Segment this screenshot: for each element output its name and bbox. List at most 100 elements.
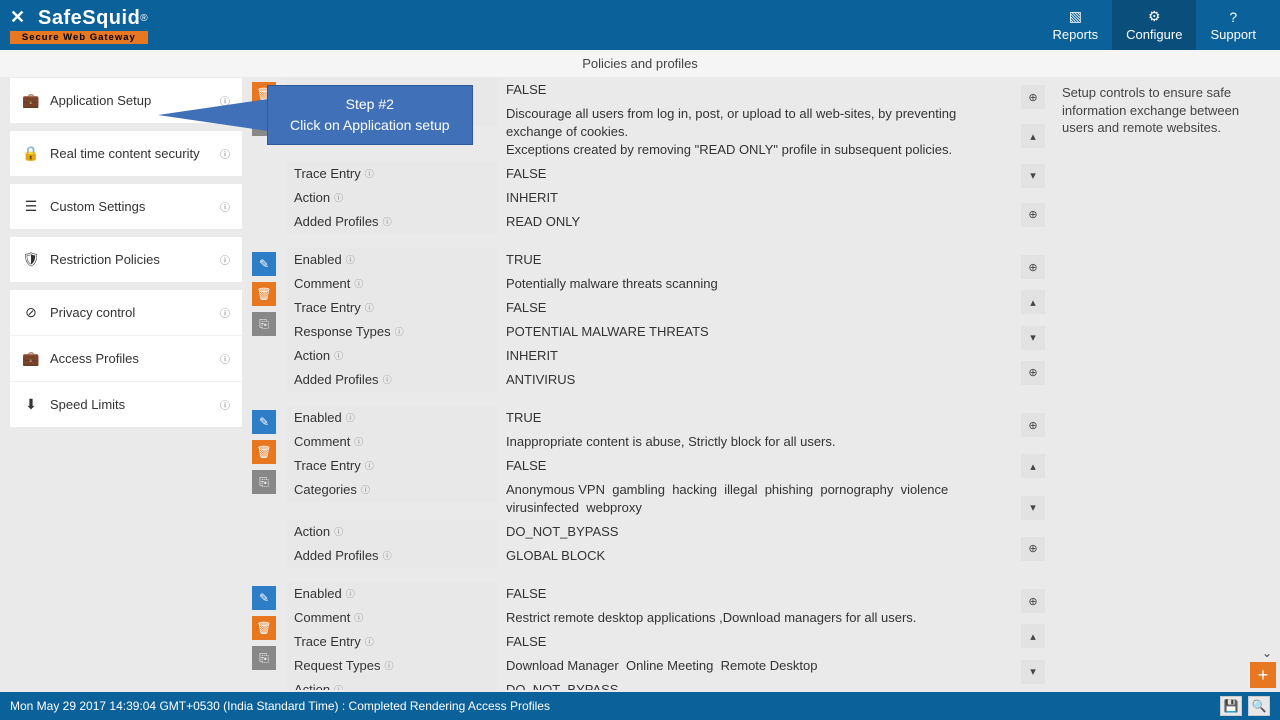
policy-value: FALSE (498, 582, 1016, 606)
save-button[interactable]: 💾 (1220, 696, 1242, 716)
policy-row: CommentⓘRestrict remote desktop applicat… (286, 606, 1016, 630)
info-icon[interactable]: ⓘ (220, 252, 230, 267)
sidebar-item-privacy-control[interactable]: ⊘Privacy controlⓘ (10, 290, 242, 336)
support-icon: ? (1229, 9, 1237, 25)
page-title: Policies and profiles (0, 50, 1280, 77)
tutorial-callout: Step #2 Click on Application setup (158, 85, 473, 145)
policy-list: 🗑⎘ FALSE Discourage all users from log i… (252, 78, 1054, 690)
move-bottom-button[interactable]: ⊕ (1021, 203, 1045, 227)
policy-rows: EnabledⓘTRUECommentⓘPotentially malware … (286, 248, 1016, 392)
info-icon[interactable]: ⓘ (354, 433, 363, 451)
move-bottom-button[interactable]: ⊕ (1021, 537, 1045, 561)
sidebar-icon: 💼 (22, 92, 40, 109)
topnav-reports[interactable]: ▧Reports (1039, 0, 1113, 50)
clone-button[interactable]: ⎘ (252, 312, 276, 336)
policy-key: Categoriesⓘ (286, 478, 498, 502)
info-icon[interactable]: ⓘ (365, 633, 374, 651)
info-icon[interactable]: ⓘ (346, 585, 355, 603)
policy-row: CommentⓘPotentially malware threats scan… (286, 272, 1016, 296)
delete-button[interactable]: 🗑 (252, 440, 276, 464)
sidebar-item-custom-settings[interactable]: ☰Custom Settingsⓘ (10, 184, 242, 229)
move-top-button[interactable]: ⊕ (1021, 589, 1045, 613)
policy-key: Trace Entryⓘ (286, 630, 498, 654)
move-down-button[interactable]: ▾ (1021, 164, 1045, 188)
move-top-button[interactable]: ⊕ (1021, 85, 1045, 109)
info-icon[interactable]: ⓘ (383, 371, 392, 389)
sidebar-item-speed-limits[interactable]: ⬇Speed Limitsⓘ (10, 382, 242, 427)
sidebar-group: 🛡Restriction Policiesⓘ (10, 237, 242, 282)
add-policy-button[interactable]: + (1250, 662, 1276, 688)
move-top-button[interactable]: ⊕ (1021, 255, 1045, 279)
delete-button[interactable]: 🗑 (252, 616, 276, 640)
move-up-button[interactable]: ▴ (1021, 624, 1045, 648)
info-icon[interactable]: ⓘ (361, 481, 370, 499)
edit-button[interactable]: ✎ (252, 586, 276, 610)
policy-row: EnabledⓘTRUE (286, 248, 1016, 272)
policy-row: CategoriesⓘAnonymous VPN gambling hackin… (286, 478, 1016, 520)
info-icon[interactable]: ⓘ (220, 199, 230, 214)
policy-row: Trace EntryⓘFALSE (286, 296, 1016, 320)
move-top-button[interactable]: ⊕ (1021, 413, 1045, 437)
info-icon[interactable]: ⓘ (354, 275, 363, 293)
delete-button[interactable]: 🗑 (252, 282, 276, 306)
move-up-button[interactable]: ▴ (1021, 124, 1045, 148)
info-icon[interactable]: ⓘ (220, 397, 230, 412)
info-icon[interactable]: ⓘ (383, 213, 392, 231)
policy-key: Added Profilesⓘ (286, 210, 498, 234)
info-icon[interactable]: ⓘ (220, 351, 230, 366)
info-icon[interactable]: ⓘ (365, 165, 374, 183)
sidebar: 💼Application Setupⓘ🔒Real time content se… (0, 78, 252, 690)
policy-row: EnabledⓘFALSE (286, 582, 1016, 606)
topnav-configure[interactable]: ⚙Configure (1112, 0, 1196, 50)
info-icon[interactable]: ⓘ (354, 609, 363, 627)
move-down-button[interactable]: ▾ (1021, 496, 1045, 520)
sidebar-label: Custom Settings (50, 199, 216, 214)
move-down-button[interactable]: ▾ (1021, 326, 1045, 350)
policy-value: Inappropriate content is abuse, Strictly… (498, 430, 1016, 454)
info-icon[interactable]: ⓘ (346, 251, 355, 269)
info-icon[interactable]: ⓘ (365, 299, 374, 317)
search-button[interactable]: 🔍 (1248, 696, 1270, 716)
info-icon[interactable]: ⓘ (383, 547, 392, 565)
move-down-button[interactable]: ▾ (1021, 660, 1045, 684)
policy-key: Added Profilesⓘ (286, 544, 498, 568)
info-icon[interactable]: ⓘ (220, 146, 230, 161)
policy-row: EnabledⓘTRUE (286, 406, 1016, 430)
sidebar-item-access-profiles[interactable]: 💼Access Profilesⓘ (10, 336, 242, 382)
policy-key: Trace Entryⓘ (286, 162, 498, 186)
policy-row: Trace EntryⓘFALSE (286, 162, 1016, 186)
clone-button[interactable]: ⎘ (252, 646, 276, 670)
policy-row: Added ProfilesⓘREAD ONLY (286, 210, 1016, 234)
edit-button[interactable]: ✎ (252, 410, 276, 434)
info-icon[interactable]: ⓘ (334, 347, 343, 365)
info-icon[interactable]: ⓘ (334, 681, 343, 690)
sidebar-item-restriction-policies[interactable]: 🛡Restriction Policiesⓘ (10, 237, 242, 282)
move-bottom-button[interactable]: ⊕ (1021, 361, 1045, 385)
move-up-button[interactable]: ▴ (1021, 290, 1045, 314)
policy-row: Added ProfilesⓘANTIVIRUS (286, 368, 1016, 392)
info-icon[interactable]: ⓘ (220, 305, 230, 320)
policy-value: Anonymous VPN gambling hacking illegal p… (498, 478, 1016, 520)
info-icon[interactable]: ⓘ (395, 323, 404, 341)
info-icon[interactable]: ⓘ (334, 189, 343, 207)
info-icon[interactable]: ⓘ (365, 457, 374, 475)
info-icon[interactable]: ⓘ (384, 657, 393, 675)
policy-key: Commentⓘ (286, 430, 498, 454)
policy-value: FALSE (498, 78, 1016, 102)
policy-value: FALSE (498, 630, 1016, 654)
edit-button[interactable]: ✎ (252, 252, 276, 276)
policy-value: Download Manager Online Meeting Remote D… (498, 654, 1016, 678)
info-icon[interactable]: ⓘ (334, 523, 343, 541)
top-header: SafeSquid® Secure Web Gateway ▧Reports⚙C… (0, 0, 1280, 50)
policy-row: Response TypesⓘPOTENTIAL MALWARE THREATS (286, 320, 1016, 344)
clone-button[interactable]: ⎘ (252, 470, 276, 494)
callout-line2: Click on Application setup (290, 115, 450, 136)
sidebar-icon: 🔒 (22, 145, 40, 162)
policy-value: Potentially malware threats scanning (498, 272, 1016, 296)
info-icon[interactable]: ⓘ (346, 409, 355, 427)
move-up-button[interactable]: ▴ (1021, 454, 1045, 478)
policy-key: Commentⓘ (286, 606, 498, 630)
topnav-support[interactable]: ?Support (1196, 0, 1270, 50)
policy-value: GLOBAL BLOCK (498, 544, 1016, 568)
policy-value: FALSE (498, 296, 1016, 320)
